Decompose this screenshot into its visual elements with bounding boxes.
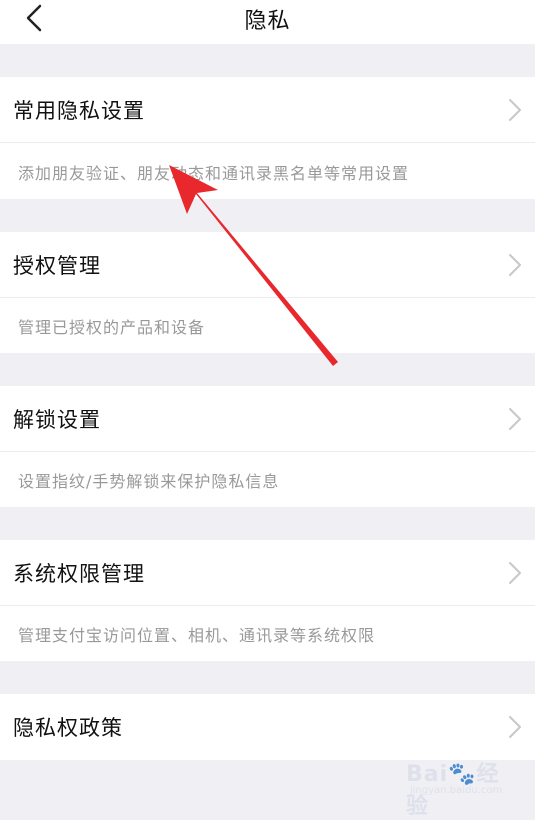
row-label: 授权管理 bbox=[13, 254, 101, 278]
watermark-url: jingyan.baidu.com bbox=[410, 785, 503, 796]
section-unlock[interactable]: 解锁设置 设置指纹/手势解锁来保护隐私信息 bbox=[0, 386, 535, 507]
chevron-right-icon bbox=[509, 254, 521, 276]
section-authorization[interactable]: 授权管理 管理已授权的产品和设备 bbox=[0, 232, 535, 353]
row-system-permissions[interactable]: 系统权限管理 bbox=[0, 540, 535, 606]
row-common-privacy[interactable]: 常用隐私设置 bbox=[0, 77, 535, 143]
section-common-privacy[interactable]: 常用隐私设置 添加朋友验证、朋友动态和通讯录黑名单等常用设置 bbox=[0, 77, 535, 199]
row-description: 添加朋友验证、朋友动态和通讯录黑名单等常用设置 bbox=[18, 164, 410, 183]
page-title: 隐私 bbox=[244, 9, 291, 34]
chevron-right-icon bbox=[509, 562, 521, 584]
row-privacy-policy[interactable]: 隐私权政策 bbox=[0, 694, 535, 760]
row-label: 系统权限管理 bbox=[13, 562, 145, 586]
section-system-permissions[interactable]: 系统权限管理 管理支付宝访问位置、相机、通讯录等系统权限 bbox=[0, 540, 535, 661]
row-description: 设置指纹/手势解锁来保护隐私信息 bbox=[18, 472, 280, 491]
watermark: Bai🐾经验 jingyan.baidu.com bbox=[398, 752, 508, 819]
row-label: 常用隐私设置 bbox=[13, 99, 145, 123]
section-privacy-policy[interactable]: 隐私权政策 bbox=[0, 694, 535, 760]
row-label: 隐私权政策 bbox=[13, 716, 123, 740]
nav-header: 隐私 bbox=[0, 0, 535, 44]
chevron-right-icon bbox=[509, 99, 521, 121]
row-description: 管理已授权的产品和设备 bbox=[18, 318, 206, 337]
row-unlock[interactable]: 解锁设置 bbox=[0, 386, 535, 452]
chevron-right-icon bbox=[509, 408, 521, 430]
chevron-right-icon bbox=[509, 716, 521, 738]
row-label: 解锁设置 bbox=[13, 408, 101, 432]
row-description: 管理支付宝访问位置、相机、通讯录等系统权限 bbox=[18, 626, 376, 645]
row-authorization[interactable]: 授权管理 bbox=[0, 232, 535, 298]
